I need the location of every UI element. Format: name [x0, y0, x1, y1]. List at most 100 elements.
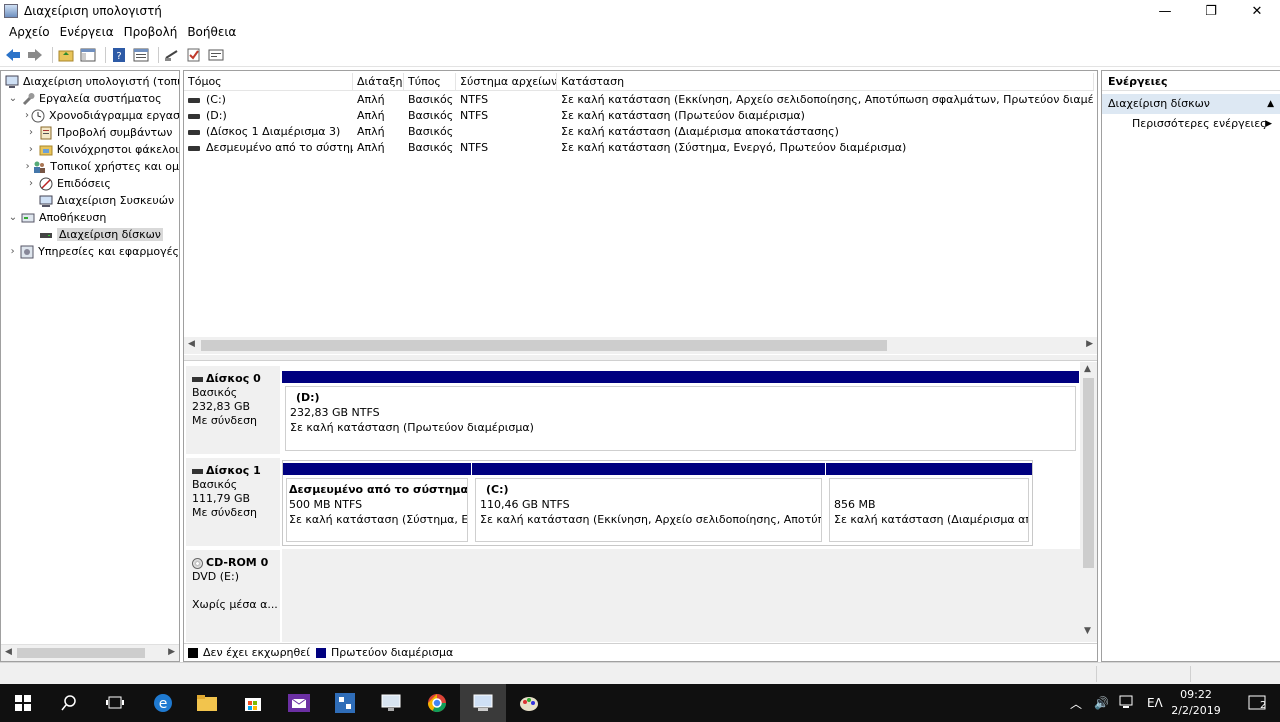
menu-help[interactable]: Βοήθεια — [182, 25, 241, 39]
volume-row[interactable]: (C:) Απλή Βασικός NTFS Σε καλή κατάσταση… — [184, 92, 1094, 108]
tree-item-disk-management[interactable]: Διαχείριση δίσκων — [1, 226, 179, 243]
disk-management-pane: Τόμος Διάταξη Τύπος Σύστημα αρχείων Κατά… — [183, 70, 1098, 662]
check-icon[interactable] — [185, 46, 203, 64]
column-file-system[interactable]: Σύστημα αρχείων — [456, 73, 557, 90]
help-icon[interactable]: ? — [110, 46, 128, 64]
show-hide-tree-icon[interactable] — [79, 46, 97, 64]
forward-icon[interactable] — [26, 46, 44, 64]
taskbar-store[interactable] — [230, 684, 276, 722]
partition-recovery[interactable]: 856 MB Σε καλή κατάσταση (Διαμέρισμα απο… — [826, 463, 1032, 545]
clock[interactable]: 09:22 2/2/2019 — [1166, 687, 1226, 719]
scroll-right-icon[interactable]: ▶ — [168, 647, 175, 657]
tree-item-performance[interactable]: › Επιδόσεις — [1, 175, 179, 192]
volume-icon — [188, 97, 200, 103]
cdrom-0-label[interactable]: CD-ROM 0 DVD (E:) Χωρίς μέσα α... — [186, 550, 280, 642]
taskbar-file-explorer[interactable] — [184, 684, 230, 722]
up-folder-icon[interactable] — [57, 46, 75, 64]
scroll-thumb[interactable] — [17, 648, 145, 658]
volume-row[interactable]: (D:) Απλή Βασικός NTFS Σε καλή κατάσταση… — [184, 108, 1094, 124]
partition-d[interactable]: (D:) 232,83 GB NTFS Σε καλή κατάσταση (Π… — [282, 371, 1079, 454]
legend: Δεν έχει εκχωρηθεί Πρωτεύον διαμέρισμα — [184, 643, 1097, 661]
taskbar-mail[interactable] — [276, 684, 322, 722]
task-view-button[interactable] — [92, 684, 138, 722]
scroll-right-icon[interactable]: ▶ — [1086, 339, 1093, 349]
column-type[interactable]: Τύπος — [404, 73, 456, 90]
network-icon[interactable] — [1119, 695, 1135, 712]
tree-item-root[interactable]: Διαχείριση υπολογιστή (τοπικ — [1, 73, 179, 90]
tree-item-system-tools[interactable]: ⌄ Εργαλεία συστήματος — [1, 90, 179, 107]
action-center-button[interactable]: 2 — [1234, 684, 1280, 722]
tree-item-task-scheduler[interactable]: › Χρονοδιάγραμμα εργασ — [1, 107, 179, 124]
connect-icon[interactable] — [163, 46, 181, 64]
scroll-left-icon[interactable]: ◀ — [188, 339, 195, 349]
menu-view[interactable]: Προβολή — [119, 25, 183, 39]
navigation-tree: Διαχείριση υπολογιστή (τοπικ ⌄ Εργαλεία … — [0, 70, 180, 662]
chevron-right-icon[interactable]: › — [25, 127, 37, 138]
taskbar-edge[interactable]: e — [140, 684, 186, 722]
close-button[interactable]: ✕ — [1234, 0, 1280, 22]
taskbar-chrome[interactable] — [414, 684, 460, 722]
tree-horizontal-scrollbar[interactable]: ◀ ▶ — [1, 644, 179, 661]
tree-item-storage[interactable]: ⌄ Αποθήκευση — [1, 209, 179, 226]
volume-icon — [188, 129, 200, 135]
partition-c[interactable]: (C:) 110,46 GB NTFS Σε καλή κατάσταση (Ε… — [472, 463, 825, 545]
taskbar-network-app[interactable] — [322, 684, 368, 722]
actions-section-disk-management[interactable]: Διαχείριση δίσκων ▲ — [1102, 94, 1280, 114]
taskbar-computer-management[interactable] — [460, 684, 506, 722]
more-actions-item[interactable]: Περισσότερες ενέργειες ▶ — [1102, 114, 1280, 134]
properties-icon[interactable] — [132, 46, 150, 64]
submenu-arrow-icon: ▶ — [1265, 119, 1272, 129]
column-status[interactable]: Κατάσταση — [557, 73, 1094, 90]
scroll-left-icon[interactable]: ◀ — [5, 647, 12, 657]
volume-row[interactable]: Δεσμευμένο από το σύστημα Απλή Βασικός N… — [184, 140, 1094, 156]
scroll-down-icon[interactable]: ▼ — [1084, 626, 1091, 636]
chevron-right-icon[interactable]: › — [25, 161, 30, 172]
chevron-right-icon[interactable]: › — [25, 178, 37, 189]
column-volume[interactable]: Τόμος — [184, 73, 353, 90]
taskbar-paint[interactable] — [506, 684, 552, 722]
minimize-button[interactable]: — — [1142, 0, 1188, 22]
volume-row[interactable]: (Δίσκος 1 Διαμέρισμα 3) Απλή Βασικός Σε … — [184, 124, 1094, 140]
edge-icon: e — [154, 694, 172, 712]
scroll-thumb[interactable] — [201, 340, 887, 351]
volume-icon[interactable]: 🔊 — [1094, 696, 1109, 710]
maximize-button[interactable]: ❐ — [1188, 0, 1234, 22]
disk-0-label[interactable]: Δίσκος 0 Βασικός 232,83 GB Με σύνδεση — [186, 366, 280, 454]
disk-view-vertical-scrollbar[interactable]: ▲ ▼ — [1080, 362, 1097, 642]
status-bar — [0, 662, 1280, 684]
disk-1-label[interactable]: Δίσκος 1 Βασικός 111,79 GB Με σύνδεση — [186, 458, 280, 546]
partition-system-reserved[interactable]: Δεσμευμένο από το σύστημα 500 MB NTFS Σε… — [283, 463, 471, 545]
volume-list-horizontal-scrollbar[interactable]: ◀ ▶ — [184, 337, 1097, 354]
menu-action[interactable]: Ενέργεια — [55, 25, 119, 39]
collapse-icon[interactable]: ▲ — [1267, 94, 1274, 114]
menu-file[interactable]: Αρχείο — [4, 25, 55, 39]
tools-icon — [21, 92, 35, 106]
scroll-up-icon[interactable]: ▲ — [1084, 364, 1091, 374]
tree-item-event-viewer[interactable]: › Προβολή συμβάντων — [1, 124, 179, 141]
scroll-thumb[interactable] — [1083, 378, 1094, 568]
start-button[interactable] — [0, 684, 46, 722]
tree-item-services[interactable]: › Υπηρεσίες και εφαρμογές — [1, 243, 179, 260]
window-icon[interactable] — [207, 46, 225, 64]
column-layout[interactable]: Διάταξη — [353, 73, 404, 90]
chevron-right-icon[interactable]: › — [25, 144, 37, 155]
pane-splitter[interactable] — [184, 355, 1097, 361]
tree-item-local-users[interactable]: › Τοπικοί χρήστες και ομ — [1, 158, 179, 175]
primary-partition-bar — [283, 463, 471, 475]
event-viewer-icon — [39, 126, 53, 140]
tree-item-device-manager[interactable]: Διαχείριση Συσκευών — [1, 192, 179, 209]
chevron-right-icon[interactable]: › — [25, 110, 29, 121]
language-indicator[interactable]: ΕΛ — [1147, 696, 1163, 710]
chevron-down-icon[interactable]: ⌄ — [7, 93, 19, 104]
taskbar-remote-desktop[interactable] — [368, 684, 414, 722]
search-button[interactable] — [46, 684, 92, 722]
tree-item-shared-folders[interactable]: › Κοινόχρηστοι φάκελοι — [1, 141, 179, 158]
actions-pane: Ενέργειες Διαχείριση δίσκων ▲ Περισσότερ… — [1101, 70, 1280, 662]
chevron-right-icon[interactable]: › — [7, 246, 18, 257]
chrome-icon — [428, 694, 446, 713]
chevron-down-icon[interactable]: ⌄ — [7, 212, 19, 223]
tray-overflow-icon[interactable]: ︿ — [1070, 695, 1082, 712]
mail-icon — [288, 694, 310, 712]
primary-partition-bar — [282, 371, 1079, 383]
back-icon[interactable] — [4, 46, 22, 64]
